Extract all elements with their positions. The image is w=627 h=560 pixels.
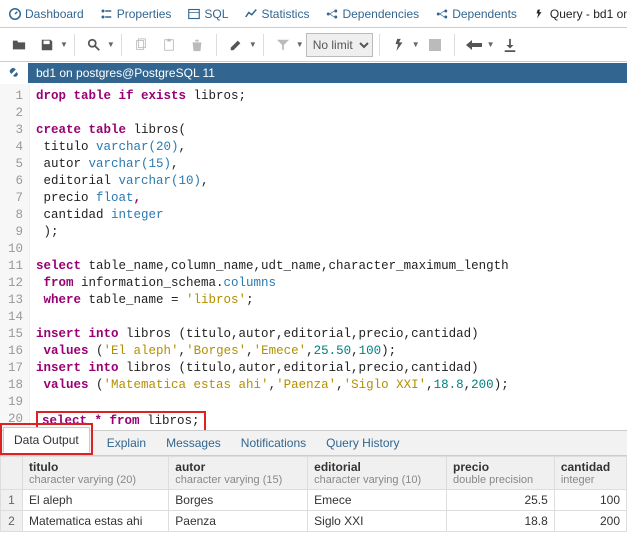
filter-button [270, 33, 296, 57]
connection-label: bd1 on postgres@PostgreSQL 11 [28, 63, 627, 83]
output-tab-messages[interactable]: Messages [156, 431, 231, 455]
output-tab-explain[interactable]: Explain [97, 431, 156, 455]
execute-caret[interactable]: ▼ [412, 40, 420, 49]
limit-select[interactable]: No limit [306, 33, 373, 57]
download-button[interactable] [497, 33, 523, 57]
tab-sql[interactable]: SQL [179, 3, 236, 25]
edit-button[interactable] [223, 33, 249, 57]
deps-icon [435, 7, 448, 20]
line-gutter: 12345678910111213141516171819202122 [0, 84, 30, 430]
open-button[interactable] [6, 33, 32, 57]
output-tabs: Data Output ExplainMessagesNotificationsQ… [0, 430, 627, 456]
paste-button [156, 33, 182, 57]
cell[interactable]: 200 [554, 511, 626, 532]
stats-icon [244, 7, 257, 20]
table-row[interactable]: 2Matematica estas ahiPaenzaSiglo XXI18.8… [1, 511, 627, 532]
search-button[interactable] [81, 33, 107, 57]
filter-caret[interactable]: ▼ [296, 40, 304, 49]
tab-query[interactable]: Query - bd1 on postgres@Postg [525, 3, 627, 25]
save-caret[interactable]: ▼ [60, 40, 68, 49]
search-caret[interactable]: ▼ [107, 40, 115, 49]
cell[interactable]: 100 [554, 490, 626, 511]
tab-properties[interactable]: Properties [92, 3, 180, 25]
cell[interactable]: Matematica estas ahi [23, 511, 169, 532]
col-cantidad[interactable]: cantidadinteger [554, 457, 626, 490]
results-grid[interactable]: titulocharacter varying (20)autorcharact… [0, 456, 627, 532]
cell[interactable]: 25.5 [447, 490, 555, 511]
code-area[interactable]: drop table if exists libros; create tabl… [30, 84, 627, 430]
table-row[interactable]: 1El alephBorgesEmece25.5100 [1, 490, 627, 511]
col-titulo[interactable]: titulocharacter varying (20) [23, 457, 169, 490]
dashboard-icon [8, 7, 21, 20]
sql-icon [187, 7, 200, 20]
query-toolbar: ▼ ▼ ▼ ▼ No limit ▼ ▼ [0, 28, 627, 62]
col-editorial[interactable]: editorialcharacter varying (10) [308, 457, 447, 490]
col-precio[interactable]: preciodouble precision [447, 457, 555, 490]
output-tab-query-history[interactable]: Query History [316, 431, 409, 455]
properties-icon [100, 7, 113, 20]
tab-statistics[interactable]: Statistics [236, 3, 317, 25]
stop-button [422, 33, 448, 57]
cell[interactable]: El aleph [23, 490, 169, 511]
cell[interactable]: Emece [308, 490, 447, 511]
connection-icon [0, 66, 28, 80]
output-tab-data-output[interactable]: Data Output [3, 427, 90, 453]
output-tab-notifications[interactable]: Notifications [231, 431, 316, 455]
cell[interactable]: Paenza [169, 511, 308, 532]
deps-icon [325, 7, 338, 20]
tab-dependencies[interactable]: Dependencies [317, 3, 427, 25]
connection-bar: bd1 on postgres@PostgreSQL 11 [0, 62, 627, 84]
explain-caret[interactable]: ▼ [487, 40, 495, 49]
main-tabs: DashboardPropertiesSQLStatisticsDependen… [0, 0, 627, 28]
sql-editor[interactable]: 12345678910111213141516171819202122 drop… [0, 84, 627, 430]
delete-button [184, 33, 210, 57]
explain-button[interactable] [461, 33, 487, 57]
col-autor[interactable]: autorcharacter varying (15) [169, 457, 308, 490]
tab-dashboard[interactable]: Dashboard [0, 3, 92, 25]
copy-button [128, 33, 154, 57]
save-button[interactable] [34, 33, 60, 57]
edit-caret[interactable]: ▼ [249, 40, 257, 49]
bolt-icon [533, 7, 546, 20]
execute-button[interactable] [386, 33, 412, 57]
grid-header-row: titulocharacter varying (20)autorcharact… [1, 457, 627, 490]
cell[interactable]: Borges [169, 490, 308, 511]
cell[interactable]: Siglo XXI [308, 511, 447, 532]
tab-dependents[interactable]: Dependents [427, 3, 525, 25]
cell[interactable]: 18.8 [447, 511, 555, 532]
